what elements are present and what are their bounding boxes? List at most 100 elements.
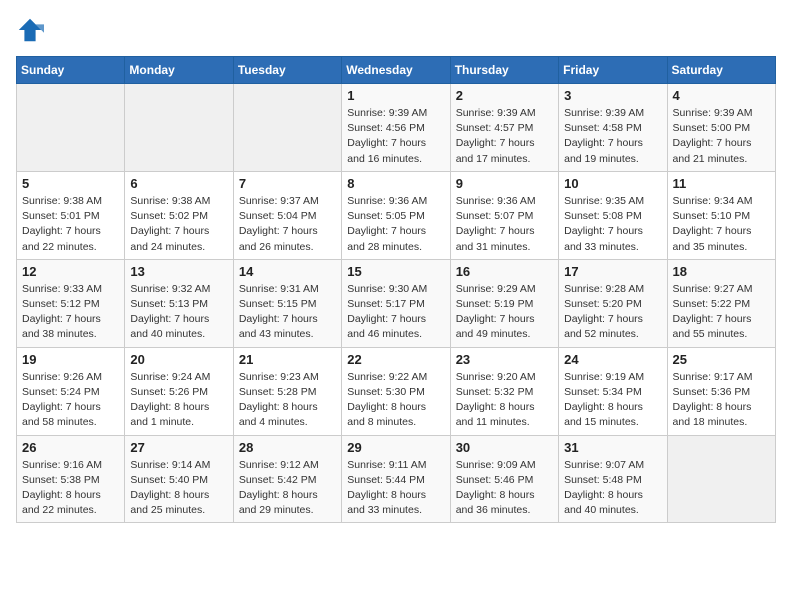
calendar-cell: 27 Sunrise: 9:14 AMSunset: 5:40 PMDayligh…: [125, 435, 233, 523]
calendar-cell: 3 Sunrise: 9:39 AMSunset: 4:58 PMDaylight…: [559, 84, 667, 172]
calendar-cell: 28Sunrise: 9:12 AMSunset: 5:42 PMDayligh…: [233, 435, 341, 523]
day-info: Sunrise: 9:36 AMSunset: 5:07 PMDaylight:…: [456, 194, 553, 255]
calendar-cell: [233, 84, 341, 172]
day-number: 2: [456, 88, 553, 103]
day-info: Sunrise: 9:24 AMSunset: 5:26 PMDaylight:…: [130, 370, 227, 431]
day-number: 9: [456, 176, 553, 191]
calendar-cell: 9 Sunrise: 9:36 AMSunset: 5:07 PMDaylight…: [450, 171, 558, 259]
calendar-table: SundayMondayTuesdayWednesdayThursdayFrid…: [16, 56, 776, 523]
day-info: Sunrise: 9:29 AMSunset: 5:19 PMDaylight:…: [456, 282, 553, 343]
day-info: Sunrise: 9:16 AMSunset: 5:38 PMDaylight:…: [22, 458, 119, 519]
calendar-cell: 26 Sunrise: 9:16 AMSunset: 5:38 PMDayligh…: [17, 435, 125, 523]
day-info: Sunrise: 9:28 AMSunset: 5:20 PMDaylight:…: [564, 282, 661, 343]
day-info: Sunrise: 9:14 AMSunset: 5:40 PMDaylight:…: [130, 458, 227, 519]
weekday-header: Thursday: [450, 57, 558, 84]
day-number: 23: [456, 352, 553, 367]
calendar-cell: 25Sunrise: 9:17 AMSunset: 5:36 PMDayligh…: [667, 347, 775, 435]
logo: [16, 16, 48, 44]
page-header: [16, 16, 776, 44]
day-number: 11: [673, 176, 770, 191]
calendar-cell: 18 Sunrise: 9:27 AMSunset: 5:22 PMDayligh…: [667, 259, 775, 347]
calendar-cell: 4 Sunrise: 9:39 AMSunset: 5:00 PMDaylight…: [667, 84, 775, 172]
day-info: Sunrise: 9:19 AMSunset: 5:34 PMDaylight:…: [564, 370, 661, 431]
day-info: Sunrise: 9:23 AMSunset: 5:28 PMDaylight:…: [239, 370, 336, 431]
calendar-header: SundayMondayTuesdayWednesdayThursdayFrid…: [17, 57, 776, 84]
day-info: Sunrise: 9:33 AMSunset: 5:12 PMDaylight:…: [22, 282, 119, 343]
weekday-header: Saturday: [667, 57, 775, 84]
day-number: 15: [347, 264, 444, 279]
calendar-cell: 11 Sunrise: 9:34 AMSunset: 5:10 PMDayligh…: [667, 171, 775, 259]
day-number: 26: [22, 440, 119, 455]
calendar-cell: [667, 435, 775, 523]
day-number: 17: [564, 264, 661, 279]
weekday-header: Sunday: [17, 57, 125, 84]
day-info: Sunrise: 9:39 AMSunset: 4:56 PMDaylight:…: [347, 106, 444, 167]
calendar-cell: 1 Sunrise: 9:39 AMSunset: 4:56 PMDaylight…: [342, 84, 450, 172]
day-info: Sunrise: 9:20 AMSunset: 5:32 PMDaylight:…: [456, 370, 553, 431]
calendar-cell: 20 Sunrise: 9:24 AMSunset: 5:26 PMDayligh…: [125, 347, 233, 435]
day-info: Sunrise: 9:22 AMSunset: 5:30 PMDaylight:…: [347, 370, 444, 431]
calendar-cell: [125, 84, 233, 172]
calendar-cell: 14 Sunrise: 9:31 AMSunset: 5:15 PMDayligh…: [233, 259, 341, 347]
calendar-cell: 12Sunrise: 9:33 AMSunset: 5:12 PMDayligh…: [17, 259, 125, 347]
day-number: 31: [564, 440, 661, 455]
calendar-cell: 2 Sunrise: 9:39 AMSunset: 4:57 PMDaylight…: [450, 84, 558, 172]
day-info: Sunrise: 9:11 AMSunset: 5:44 PMDaylight:…: [347, 458, 444, 519]
day-number: 25: [673, 352, 770, 367]
day-number: 20: [130, 352, 227, 367]
calendar-week: 5Sunrise: 9:38 AMSunset: 5:01 PMDaylight…: [17, 171, 776, 259]
day-number: 4: [673, 88, 770, 103]
day-info: Sunrise: 9:35 AMSunset: 5:08 PMDaylight:…: [564, 194, 661, 255]
calendar-cell: 17 Sunrise: 9:28 AMSunset: 5:20 PMDayligh…: [559, 259, 667, 347]
day-number: 14: [239, 264, 336, 279]
calendar-week: 1 Sunrise: 9:39 AMSunset: 4:56 PMDaylight…: [17, 84, 776, 172]
day-info: Sunrise: 9:32 AMSunset: 5:13 PMDaylight:…: [130, 282, 227, 343]
weekday-header: Wednesday: [342, 57, 450, 84]
day-number: 18: [673, 264, 770, 279]
day-number: 3: [564, 88, 661, 103]
weekday-header: Monday: [125, 57, 233, 84]
day-info: Sunrise: 9:39 AMSunset: 5:00 PMDaylight:…: [673, 106, 770, 167]
day-number: 29: [347, 440, 444, 455]
day-number: 19: [22, 352, 119, 367]
day-info: Sunrise: 9:38 AMSunset: 5:02 PMDaylight:…: [130, 194, 227, 255]
day-info: Sunrise: 9:07 AMSunset: 5:48 PMDaylight:…: [564, 458, 661, 519]
day-info: Sunrise: 9:34 AMSunset: 5:10 PMDaylight:…: [673, 194, 770, 255]
day-number: 21: [239, 352, 336, 367]
day-number: 1: [347, 88, 444, 103]
calendar-cell: 29 Sunrise: 9:11 AMSunset: 5:44 PMDayligh…: [342, 435, 450, 523]
calendar-cell: 30Sunrise: 9:09 AMSunset: 5:46 PMDayligh…: [450, 435, 558, 523]
day-info: Sunrise: 9:36 AMSunset: 5:05 PMDaylight:…: [347, 194, 444, 255]
weekday-header: Tuesday: [233, 57, 341, 84]
day-number: 27: [130, 440, 227, 455]
calendar-cell: 21 Sunrise: 9:23 AMSunset: 5:28 PMDayligh…: [233, 347, 341, 435]
day-info: Sunrise: 9:39 AMSunset: 4:57 PMDaylight:…: [456, 106, 553, 167]
day-info: Sunrise: 9:27 AMSunset: 5:22 PMDaylight:…: [673, 282, 770, 343]
calendar-cell: 8Sunrise: 9:36 AMSunset: 5:05 PMDaylight…: [342, 171, 450, 259]
calendar-cell: 10 Sunrise: 9:35 AMSunset: 5:08 PMDayligh…: [559, 171, 667, 259]
logo-icon: [16, 16, 44, 44]
calendar-cell: 24 Sunrise: 9:19 AMSunset: 5:34 PMDayligh…: [559, 347, 667, 435]
day-number: 22: [347, 352, 444, 367]
day-number: 24: [564, 352, 661, 367]
day-info: Sunrise: 9:38 AMSunset: 5:01 PMDaylight:…: [22, 194, 119, 255]
day-number: 13: [130, 264, 227, 279]
calendar-cell: [17, 84, 125, 172]
calendar-cell: 19Sunrise: 9:26 AMSunset: 5:24 PMDayligh…: [17, 347, 125, 435]
calendar-cell: 31 Sunrise: 9:07 AMSunset: 5:48 PMDayligh…: [559, 435, 667, 523]
day-info: Sunrise: 9:12 AMSunset: 5:42 PMDaylight:…: [239, 458, 336, 519]
calendar-week: 26 Sunrise: 9:16 AMSunset: 5:38 PMDayligh…: [17, 435, 776, 523]
day-number: 7: [239, 176, 336, 191]
day-info: Sunrise: 9:37 AMSunset: 5:04 PMDaylight:…: [239, 194, 336, 255]
day-number: 16: [456, 264, 553, 279]
calendar-cell: 23 Sunrise: 9:20 AMSunset: 5:32 PMDayligh…: [450, 347, 558, 435]
day-number: 6: [130, 176, 227, 191]
day-info: Sunrise: 9:31 AMSunset: 5:15 PMDaylight:…: [239, 282, 336, 343]
day-info: Sunrise: 9:09 AMSunset: 5:46 PMDaylight:…: [456, 458, 553, 519]
day-number: 10: [564, 176, 661, 191]
weekday-header: Friday: [559, 57, 667, 84]
day-info: Sunrise: 9:39 AMSunset: 4:58 PMDaylight:…: [564, 106, 661, 167]
calendar-cell: 7 Sunrise: 9:37 AMSunset: 5:04 PMDaylight…: [233, 171, 341, 259]
calendar-cell: 13 Sunrise: 9:32 AMSunset: 5:13 PMDayligh…: [125, 259, 233, 347]
calendar-cell: 6 Sunrise: 9:38 AMSunset: 5:02 PMDaylight…: [125, 171, 233, 259]
